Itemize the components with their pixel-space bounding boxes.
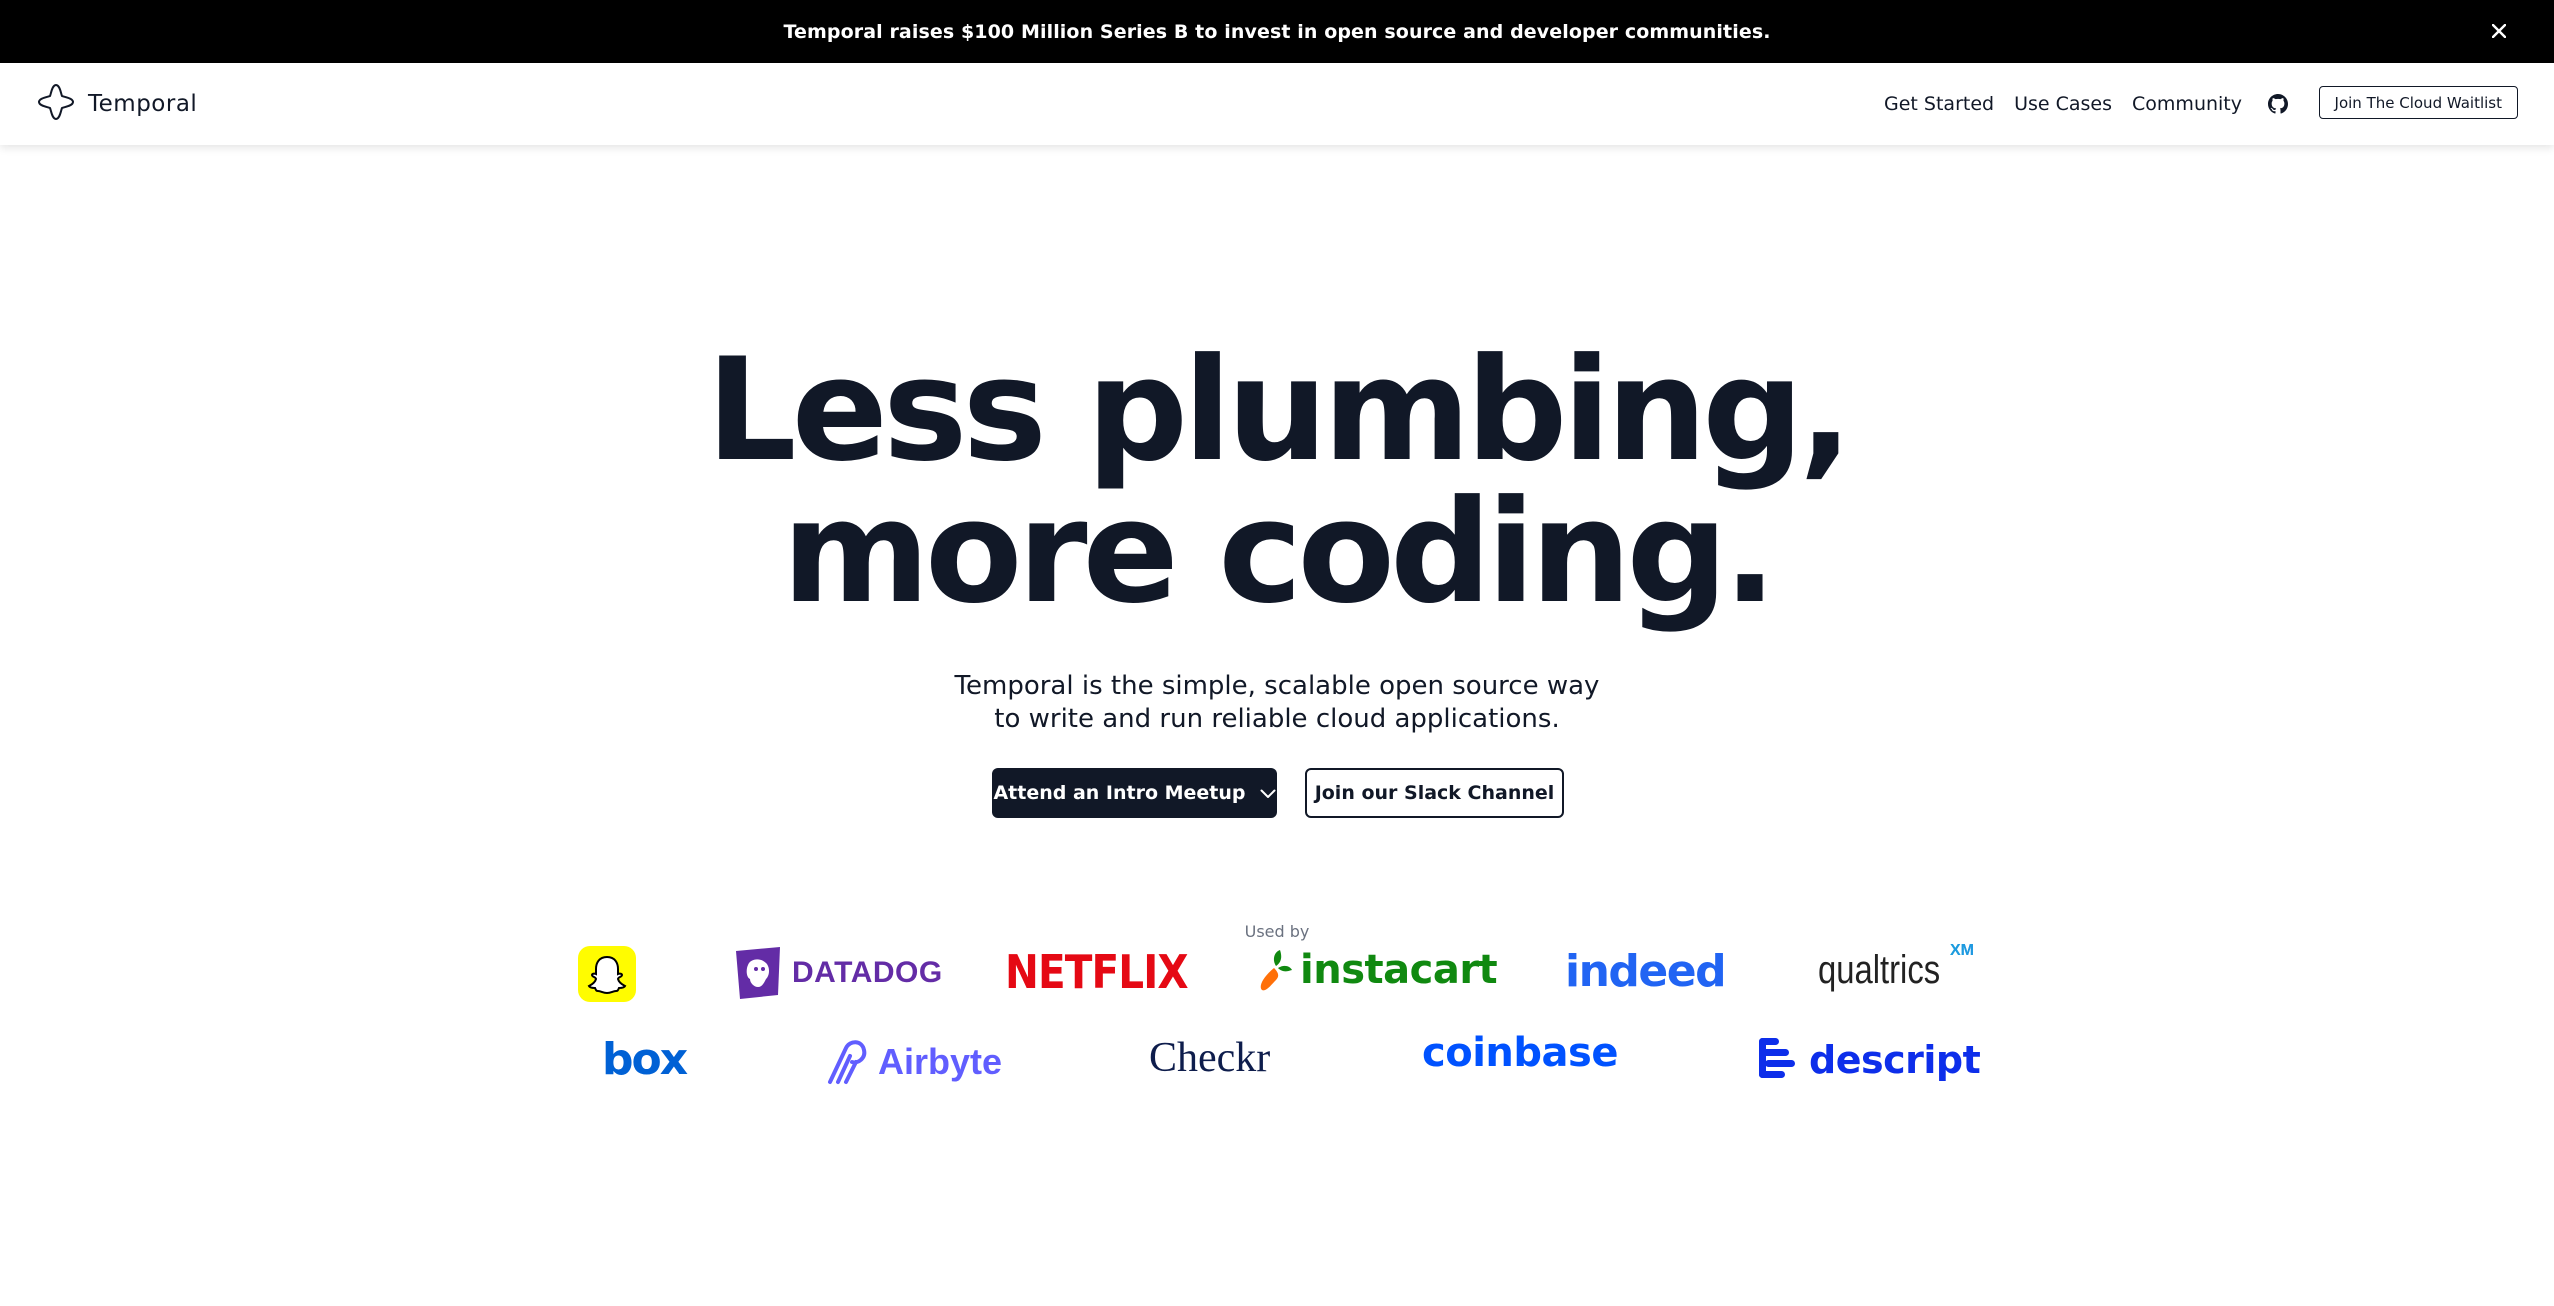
nav-community[interactable]: Community: [2132, 93, 2242, 115]
box-logo: box: [602, 1034, 688, 1085]
announcement-bar: Temporal raises $100 Million Series B to…: [0, 0, 2554, 63]
nav-use-cases[interactable]: Use Cases: [2014, 93, 2112, 115]
close-icon[interactable]: [2484, 16, 2514, 46]
coinbase-wordmark: coinbase: [1422, 1030, 1618, 1076]
hero-subtitle-line-2: to write and run reliable cloud applicat…: [994, 704, 1560, 734]
hero-title-line-1: Less plumbing,: [706, 328, 1853, 493]
datadog-logo: DATADOG: [732, 945, 943, 1001]
instacart-wordmark: instacart: [1300, 947, 1498, 993]
cta-row: Attend an Intro Meetup Join our Slack Ch…: [0, 768, 2554, 818]
airbyte-wordmark: Airbyte: [878, 1041, 1003, 1082]
brand-home-link[interactable]: Temporal: [36, 83, 197, 125]
checkr-wordmark: Checkr: [1149, 1035, 1271, 1081]
instacart-logo: instacart: [1254, 946, 1498, 994]
descript-wordmark: descript: [1809, 1038, 1981, 1082]
github-icon[interactable]: [2268, 93, 2290, 115]
site-header: Temporal Get Started Use Cases Community…: [0, 63, 2554, 145]
temporal-logo-icon: [36, 82, 76, 126]
main-nav: Get Started Use Cases Community: [1884, 63, 2290, 145]
announcement-text: Temporal raises $100 Million Series B to…: [783, 20, 1771, 43]
hero-subtitle-line-1: Temporal is the simple, scalable open so…: [954, 671, 1600, 701]
netflix-wordmark: NETFLIX: [1005, 945, 1189, 999]
intro-meetup-button[interactable]: Attend an Intro Meetup: [992, 768, 1277, 818]
hero-title: Less plumbing, more coding.: [0, 340, 2554, 624]
chevron-down-icon: [1260, 782, 1276, 804]
indeed-wordmark: indeed: [1565, 946, 1727, 997]
qualtrics-logo: qualtrics XM: [1818, 942, 1974, 993]
netflix-logo: NETFLIX: [1005, 945, 1213, 999]
coinbase-logo: coinbase: [1422, 1030, 1618, 1076]
airbyte-logo: Airbyte: [824, 1038, 1002, 1086]
descript-logo: descript: [1759, 1036, 1981, 1084]
join-waitlist-button[interactable]: Join The Cloud Waitlist: [2318, 86, 2518, 119]
hero-title-line-2: more coding.: [781, 470, 1777, 635]
used-by-label: Used by: [1244, 922, 1310, 941]
snapchat-logo: [578, 946, 636, 1002]
intro-meetup-label: Attend an Intro Meetup: [993, 782, 1246, 804]
box-wordmark: box: [602, 1034, 688, 1085]
datadog-wordmark: DATADOG: [792, 956, 943, 989]
checkr-logo: Checkr: [1149, 1034, 1270, 1082]
qualtrics-xm-mark: XM: [1950, 942, 1974, 959]
hero-subtitle: Temporal is the simple, scalable open so…: [0, 670, 2554, 736]
nav-get-started[interactable]: Get Started: [1884, 93, 1994, 115]
slack-channel-button[interactable]: Join our Slack Channel: [1305, 768, 1564, 818]
indeed-logo: indeed: [1565, 946, 1727, 997]
qualtrics-wordmark: qualtrics: [1818, 948, 1941, 992]
brand-name: Temporal: [88, 91, 198, 117]
